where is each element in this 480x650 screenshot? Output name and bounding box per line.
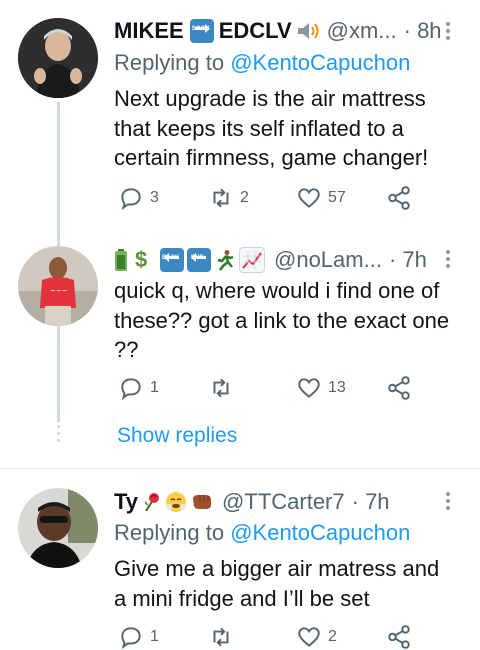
more-options-icon[interactable] bbox=[446, 492, 452, 510]
retweet-button[interactable] bbox=[208, 375, 240, 401]
steaming-face-icon bbox=[165, 491, 187, 513]
more-options-icon[interactable] bbox=[446, 250, 452, 268]
reply-button[interactable]: 1 bbox=[118, 375, 159, 401]
tweet-text: quick q, where would i find one of these… bbox=[114, 278, 450, 362]
handle[interactable]: @xm... bbox=[327, 17, 397, 45]
dollar-icon: $ bbox=[135, 249, 153, 271]
handle[interactable]: @TTCarter7 bbox=[222, 488, 345, 516]
heart-icon bbox=[298, 627, 320, 647]
more-options-icon[interactable] bbox=[446, 22, 452, 40]
reply-icon bbox=[121, 378, 141, 401]
runner-icon bbox=[214, 249, 236, 271]
back-label: BACK bbox=[162, 255, 180, 261]
share-icon bbox=[388, 186, 410, 210]
reply-icon bbox=[121, 188, 141, 211]
show-replies-link[interactable]: Show replies bbox=[117, 424, 237, 448]
thread-dots bbox=[55, 425, 61, 442]
mention-link[interactable]: @KentoCapuchon bbox=[230, 520, 410, 545]
like-button[interactable]: 13 bbox=[296, 375, 346, 401]
soon-label: SOON bbox=[191, 26, 210, 32]
retweet-icon bbox=[213, 378, 229, 398]
share-button[interactable] bbox=[386, 375, 412, 401]
retweet-icon bbox=[213, 627, 229, 647]
heart-icon bbox=[298, 378, 320, 398]
display-name[interactable]: MIKEE bbox=[114, 17, 184, 45]
reply-button[interactable]: 1 bbox=[118, 624, 159, 650]
avatar-image: ~~~ bbox=[18, 246, 98, 326]
like-button[interactable]: 57 bbox=[296, 185, 346, 211]
divider bbox=[0, 468, 480, 469]
reply-count: 1 bbox=[150, 379, 159, 396]
display-name[interactable]: Ty bbox=[114, 488, 138, 516]
share-button[interactable] bbox=[386, 185, 412, 211]
tweet-header: Ty @TTCarter7 · 7h bbox=[114, 488, 390, 516]
soon-arrow-icon: SOON bbox=[189, 19, 214, 43]
tweet-header: MIKEE SOON EDCLV @xm... · 8h bbox=[114, 17, 442, 45]
display-name-tail[interactable]: EDCLV bbox=[219, 17, 292, 45]
share-icon bbox=[388, 376, 410, 400]
end-arrow-icon: END bbox=[187, 248, 211, 272]
mention-link[interactable]: @KentoCapuchon bbox=[230, 50, 410, 75]
rose-icon bbox=[140, 491, 162, 513]
avatar-image bbox=[18, 488, 98, 568]
fist-bump-icon bbox=[190, 491, 214, 513]
timestamp[interactable]: · 7h bbox=[389, 246, 427, 274]
dollar-label: $ bbox=[135, 247, 148, 272]
reply-count: 3 bbox=[150, 189, 159, 206]
like-count: 13 bbox=[328, 379, 346, 396]
battery-icon bbox=[114, 248, 128, 272]
like-button[interactable]: 2 bbox=[296, 624, 337, 650]
svg-text:~~~: ~~~ bbox=[50, 287, 68, 295]
like-count: 2 bbox=[328, 628, 337, 645]
retweet-button[interactable]: 2 bbox=[208, 185, 249, 211]
avatar[interactable] bbox=[18, 488, 98, 568]
tweet-text: Next upgrade is the air mattress that ke… bbox=[114, 86, 429, 170]
reply-button[interactable]: 3 bbox=[118, 185, 159, 211]
replying-to: Replying to @KentoCapuchon bbox=[114, 519, 410, 547]
reply-icon bbox=[121, 627, 141, 650]
share-icon bbox=[388, 625, 410, 649]
end-label: END bbox=[191, 255, 204, 261]
back-arrow-icon: BACK bbox=[160, 248, 184, 272]
share-button[interactable] bbox=[386, 624, 412, 650]
like-count: 57 bbox=[328, 189, 346, 206]
reply-count: 1 bbox=[150, 628, 159, 645]
retweet-count: 2 bbox=[240, 189, 249, 206]
heart-icon bbox=[298, 188, 320, 208]
avatar-image bbox=[18, 18, 98, 98]
avatar[interactable] bbox=[18, 18, 98, 98]
speaker-icon bbox=[296, 20, 322, 42]
timestamp[interactable]: · 8h bbox=[404, 17, 442, 45]
replying-to: Replying to @KentoCapuchon bbox=[114, 49, 410, 77]
replying-to-label: Replying to bbox=[114, 50, 225, 75]
replying-to-label: Replying to bbox=[114, 520, 225, 545]
retweet-icon bbox=[213, 188, 229, 208]
tweet-header: $ BACK END @noLam... · 7h bbox=[114, 246, 427, 274]
tweet-text: Give me a bigger air matress and a mini … bbox=[114, 556, 440, 611]
handle[interactable]: @noLam... bbox=[274, 246, 382, 274]
avatar[interactable]: ~~~ bbox=[18, 246, 98, 326]
timestamp[interactable]: · 7h bbox=[352, 488, 390, 516]
retweet-button[interactable] bbox=[208, 624, 240, 650]
chart-increasing-icon bbox=[239, 247, 265, 273]
